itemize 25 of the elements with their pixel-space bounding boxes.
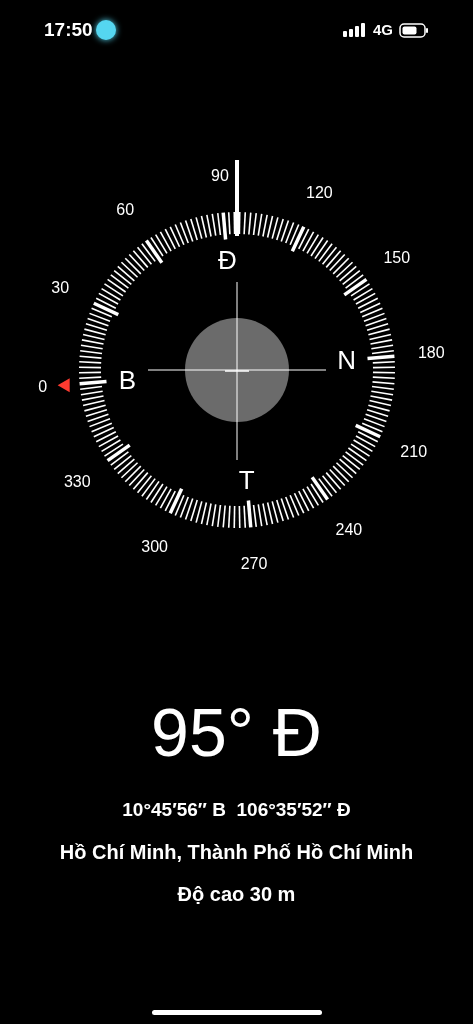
cardinal-label: T: [238, 463, 255, 497]
location-text: Hồ Chí Minh, Thành Phố Hồ Chí Minh: [59, 839, 414, 865]
degree-label: 60: [116, 200, 135, 221]
degree-label: 30: [51, 277, 70, 298]
degree-label: 300: [141, 536, 168, 557]
signal-icon: [343, 23, 367, 37]
degree-label: 270: [240, 554, 268, 575]
degree-label: 330: [63, 471, 91, 492]
battery-icon: [399, 22, 429, 38]
heading-reading: 95° Đ: [151, 698, 322, 766]
cardinal-label: B: [118, 363, 137, 397]
degree-label: 90: [211, 165, 229, 186]
north-marker-icon: [57, 378, 70, 393]
network-label: 4G: [373, 19, 393, 40]
status-time: 17:50: [44, 17, 93, 42]
degree-label: 0: [38, 377, 48, 397]
coordinates-text: 10°45′56″ B 106°35′52″ Đ: [122, 798, 351, 822]
altitude-text: Độ cao 30 m: [177, 881, 296, 907]
degree-label: 120: [306, 183, 333, 204]
degree-label: 180: [417, 343, 445, 363]
degree-label: 240: [335, 519, 363, 540]
cardinal-label: Đ: [218, 243, 237, 277]
degree-label: 150: [383, 248, 411, 269]
cardinal-label: N: [337, 343, 356, 377]
degree-label: 210: [400, 442, 428, 463]
